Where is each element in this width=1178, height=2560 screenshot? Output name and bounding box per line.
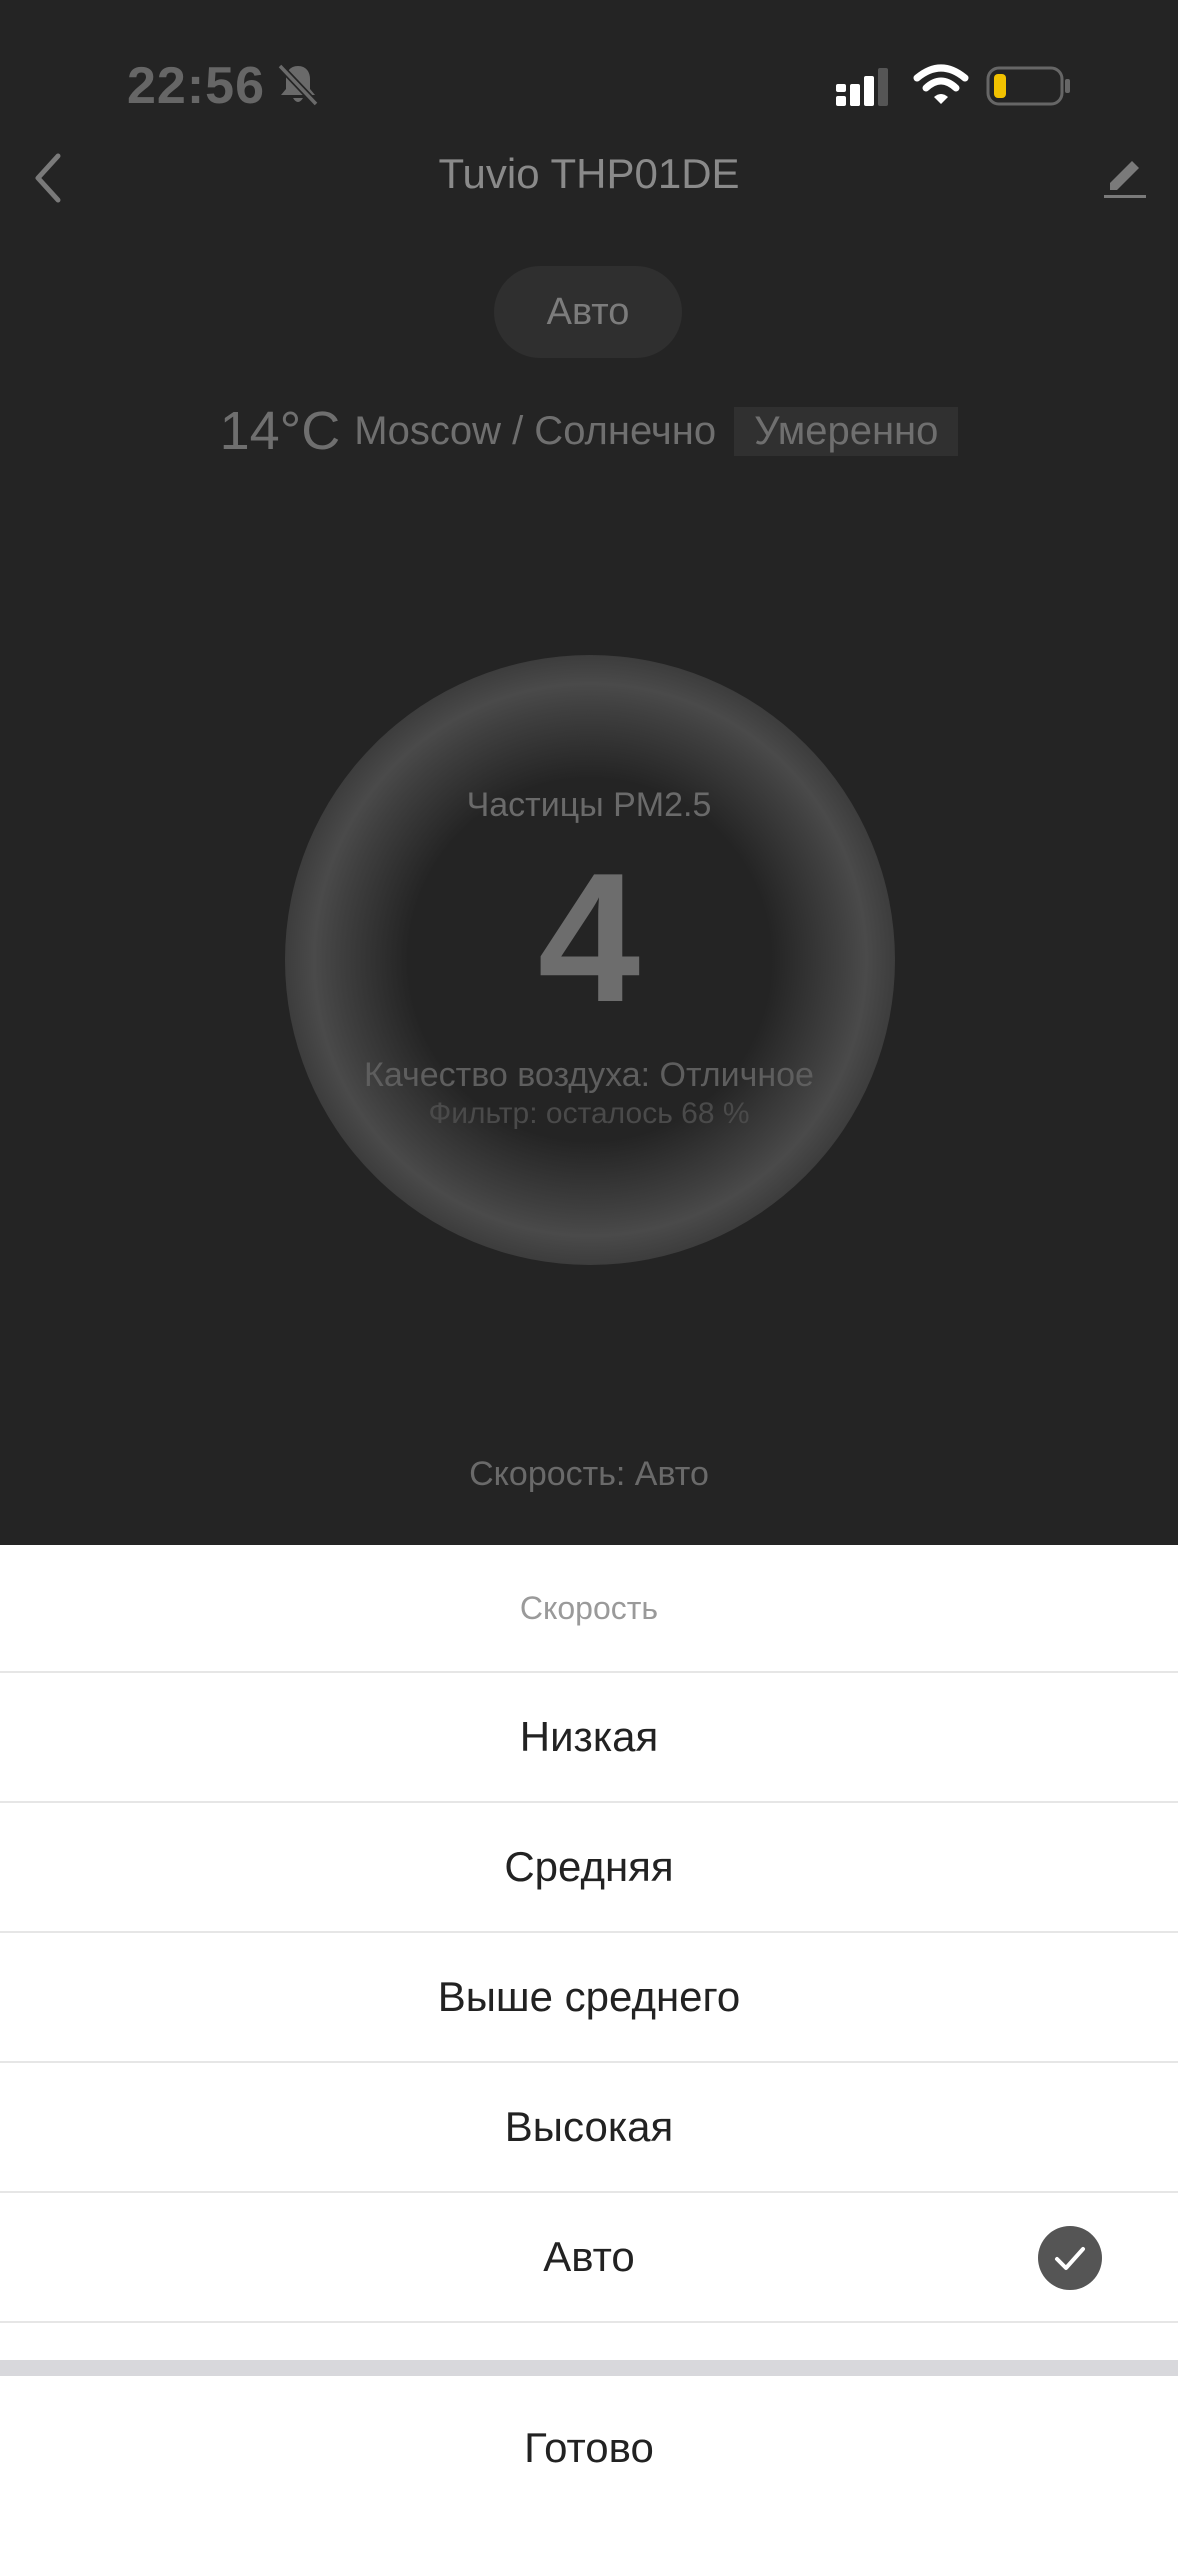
bell-muted-icon	[277, 63, 319, 107]
temperature: 14°C	[219, 401, 341, 461]
screen: 22:56 Tuvio THP01DE Авто 14°C Moscow / С…	[0, 0, 1178, 2560]
option-label: Выше среднего	[437, 1973, 741, 2020]
aqi-badge: Умеренно	[734, 406, 959, 456]
checkmark-icon	[1038, 2226, 1102, 2290]
speed-sheet: Скорость Низкая Средняя Выше среднего Вы…	[0, 1545, 1178, 2560]
weather-info: 14°C Moscow / Солнечно Умеренно	[0, 400, 1178, 462]
option-label: Низкая	[519, 1713, 659, 1760]
speed-option-low[interactable]: Низкая	[0, 1673, 1178, 1803]
speed-option-medium[interactable]: Средняя	[0, 1803, 1178, 1933]
pencil-edit-icon[interactable]	[1102, 154, 1148, 200]
speed-option-auto[interactable]: Авто	[0, 2193, 1178, 2323]
speed-option-high[interactable]: Высокая	[0, 2063, 1178, 2193]
done-label: Готово	[524, 2424, 654, 2471]
speed-status: Скорость: Авто	[469, 1455, 709, 1493]
wifi-icon	[913, 64, 969, 104]
status-time: 22:56	[127, 57, 265, 115]
option-label: Авто	[543, 2233, 635, 2280]
mode-button[interactable]: Авто	[494, 266, 682, 358]
cellular-signal-icon	[836, 68, 888, 106]
option-label: Средняя	[504, 1843, 674, 1890]
page-title: Tuvio THP01DE	[438, 150, 740, 197]
device-panel: 22:56 Tuvio THP01DE Авто 14°C Moscow / С…	[0, 0, 1178, 1545]
air-quality-text: Качество воздуха: Отличное	[364, 1056, 814, 1094]
speed-option-above-medium[interactable]: Выше среднего	[0, 1933, 1178, 2063]
done-button[interactable]: Готово	[0, 2376, 1178, 2560]
sheet-title: Скорость	[0, 1545, 1178, 1673]
filter-remaining-text: Фильтр: осталось 68 %	[428, 1097, 750, 1130]
pm-value: 4	[537, 834, 641, 1040]
pm-label: Частицы PM2.5	[466, 786, 712, 824]
sheet-separator	[0, 2360, 1178, 2376]
option-label: Высокая	[504, 2103, 674, 2150]
battery-icon	[986, 66, 1070, 106]
location-condition: Moscow / Солнечно	[354, 408, 717, 453]
